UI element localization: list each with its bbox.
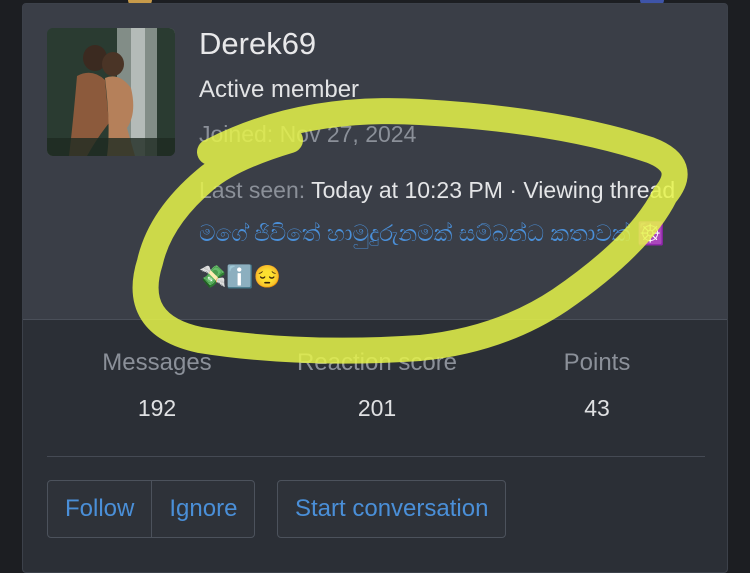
member-tooltip-card: Derek69 Active member Joined: Nov 27, 20… xyxy=(22,3,728,573)
joined-label: Joined: xyxy=(199,121,274,147)
joined-date: Nov 27, 2024 xyxy=(279,121,417,147)
separator-dot: · xyxy=(509,177,517,203)
thread-link[interactable]: මගේ ජිවිතේ හාමුදුරුනමක් සම්බන්ධ කතාවක් xyxy=(199,220,631,246)
stat-label: Reaction score xyxy=(296,349,458,376)
follow-ignore-group: Follow Ignore xyxy=(47,480,256,538)
stat-points: Points 43 xyxy=(487,349,707,422)
start-conversation-button[interactable]: Start conversation xyxy=(278,481,505,537)
user-title: Active member xyxy=(199,76,360,103)
stat-label: Points xyxy=(563,349,631,376)
member-header: Derek69 Active member Joined: Nov 27, 20… xyxy=(23,4,727,320)
ignore-button[interactable]: Ignore xyxy=(151,481,254,537)
stat-value: 43 xyxy=(584,395,610,421)
start-conversation-button-wrap: Start conversation xyxy=(277,480,507,538)
stat-messages: Messages 192 xyxy=(47,349,267,422)
last-seen-line: Last seen: Today at 10:23 PM · Viewing t… xyxy=(199,169,679,298)
stat-value: 192 xyxy=(137,395,177,421)
stat-reaction-score: Reaction score 201 xyxy=(267,349,487,422)
stat-value: 201 xyxy=(357,395,397,421)
avatar[interactable] xyxy=(47,28,175,156)
member-stats: Messages 192 Reaction score 201 Points 4… xyxy=(47,349,703,429)
activity-text: Viewing thread xyxy=(523,177,676,203)
username[interactable]: Derek69 xyxy=(199,26,316,62)
divider xyxy=(47,456,705,457)
last-seen-label: Last seen: xyxy=(199,177,306,203)
follow-button[interactable]: Follow xyxy=(48,481,151,537)
stat-label: Messages xyxy=(102,349,212,376)
joined-line: Joined: Nov 27, 2024 xyxy=(199,121,416,148)
last-seen-time: Today at 10:23 PM xyxy=(311,177,503,203)
